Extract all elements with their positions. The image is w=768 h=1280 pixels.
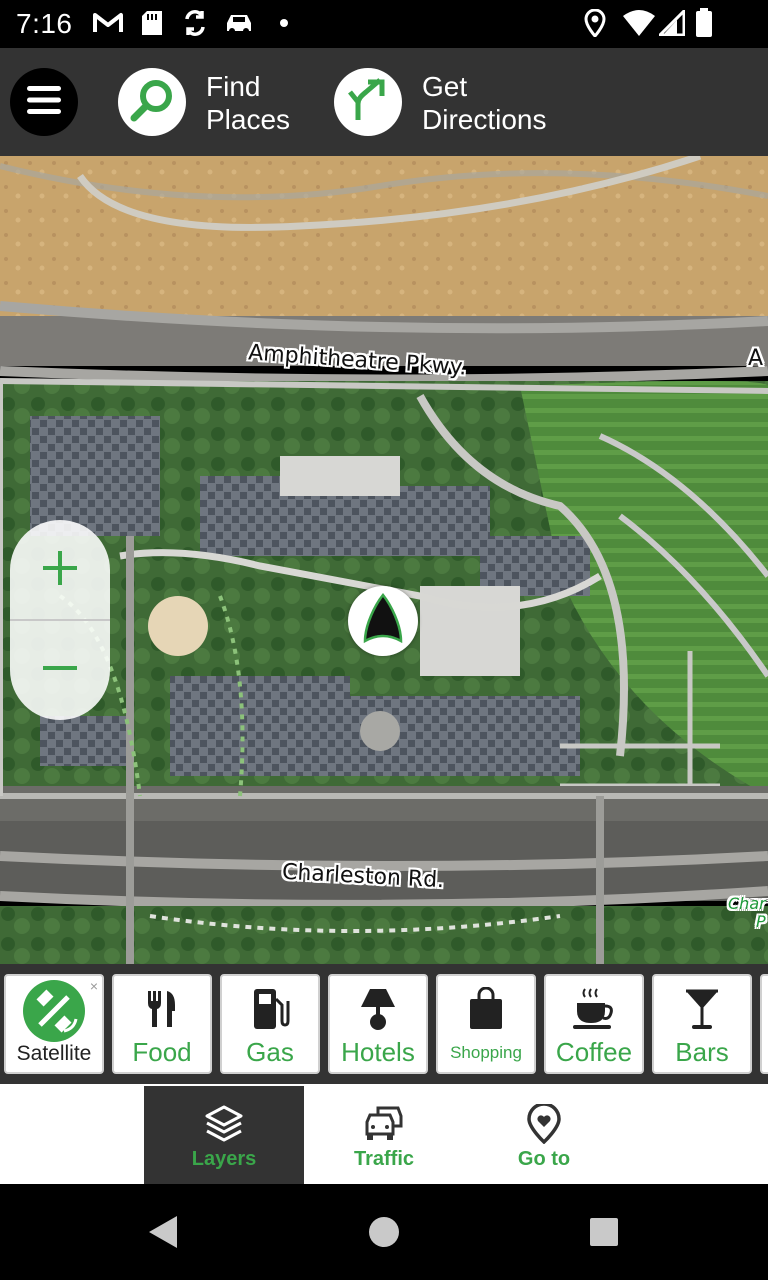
sd-card-icon: [140, 8, 164, 38]
gmail-icon: [92, 8, 124, 38]
status-time: 7:16: [16, 8, 73, 39]
layers-icon: [204, 1104, 244, 1144]
shopping-bag-icon: [438, 984, 534, 1034]
dot-icon: [278, 8, 290, 38]
category-satellite[interactable]: × Satellite: [4, 974, 104, 1074]
category-bars[interactable]: Bars: [652, 974, 752, 1074]
category-coffee[interactable]: Coffee: [544, 974, 644, 1074]
zoom-in-button[interactable]: [10, 520, 110, 620]
cocktail-icon: [654, 984, 750, 1034]
traffic-cars-icon: [364, 1104, 404, 1144]
home-circle-icon[interactable]: [364, 1212, 404, 1252]
category-shopping[interactable]: Shopping: [436, 974, 536, 1074]
category-strip: × Satellite Food Gas Hotels Shopping Cof…: [0, 964, 768, 1084]
find-places-line1: Find: [206, 71, 261, 102]
park-label-edge: Char: [728, 894, 766, 913]
hamburger-menu-icon: [26, 85, 62, 120]
plus-icon: [40, 548, 80, 593]
bottom-tab-bar: Layers Traffic Go to: [0, 1084, 768, 1184]
street-label-edge-a: A: [748, 346, 764, 371]
category-next-partial[interactable]: [760, 974, 768, 1074]
category-label: Food: [132, 1037, 192, 1067]
coffee-cup-icon: [546, 984, 642, 1034]
satellite-imagery: [0, 156, 768, 964]
recents-square-icon[interactable]: [584, 1212, 624, 1252]
back-triangle-icon[interactable]: [142, 1212, 182, 1252]
category-hotels[interactable]: Hotels: [328, 974, 428, 1074]
get-directions-line1: Get: [422, 71, 468, 102]
category-label: Gas: [246, 1037, 294, 1067]
lamp-icon: [330, 984, 426, 1034]
zoom-out-button[interactable]: [10, 620, 110, 720]
system-nav-bar: [0, 1184, 768, 1280]
category-label: Bars: [675, 1037, 729, 1067]
category-label: Shopping: [450, 1043, 522, 1062]
tab-go-to[interactable]: Go to: [464, 1086, 624, 1184]
find-places-line2: Places: [206, 104, 291, 135]
category-label: Hotels: [341, 1037, 415, 1067]
tab-label: Layers: [191, 1148, 257, 1170]
minus-icon: [40, 648, 80, 693]
fork-knife-icon: [114, 984, 210, 1034]
navigation-arrow-icon: [361, 592, 405, 650]
directions-arrow-icon: [346, 77, 390, 127]
park-label-edge-2: P: [756, 912, 766, 931]
category-label: Satellite: [16, 1042, 92, 1065]
status-bar: 7:16: [0, 0, 768, 48]
car-icon: [222, 8, 256, 38]
tab-layers[interactable]: Layers: [144, 1086, 304, 1184]
current-location-marker[interactable]: [348, 586, 418, 656]
signal-icon: [658, 8, 686, 38]
battery-icon: [694, 8, 714, 38]
category-satellite-close[interactable]: ×: [90, 978, 98, 994]
category-label: Coffee: [555, 1037, 633, 1067]
wifi-icon: [622, 8, 656, 38]
tab-label: Go to: [517, 1148, 571, 1170]
search-icon: [129, 77, 175, 128]
find-places-label[interactable]: Find Places: [206, 70, 290, 136]
location-icon: [584, 8, 606, 38]
get-directions-button[interactable]: [334, 68, 402, 136]
heart-pin-icon: [526, 1104, 562, 1144]
get-directions-line2: Directions: [422, 104, 547, 135]
category-food[interactable]: Food: [112, 974, 212, 1074]
get-directions-label[interactable]: Get Directions: [422, 70, 546, 136]
tab-label: Traffic: [353, 1148, 415, 1170]
top-action-bar: Find Places Get Directions: [0, 48, 768, 156]
satellite-map[interactable]: Amphitheatre Pkwy. Charleston Rd. A Char…: [0, 156, 768, 964]
menu-button[interactable]: [10, 68, 78, 136]
sync-icon: [182, 8, 208, 38]
satellite-icon: [6, 980, 102, 1042]
find-places-button[interactable]: [118, 68, 186, 136]
tab-traffic[interactable]: Traffic: [304, 1086, 464, 1184]
zoom-control: [10, 520, 110, 720]
gas-pump-icon: [222, 984, 318, 1034]
category-gas[interactable]: Gas: [220, 974, 320, 1074]
